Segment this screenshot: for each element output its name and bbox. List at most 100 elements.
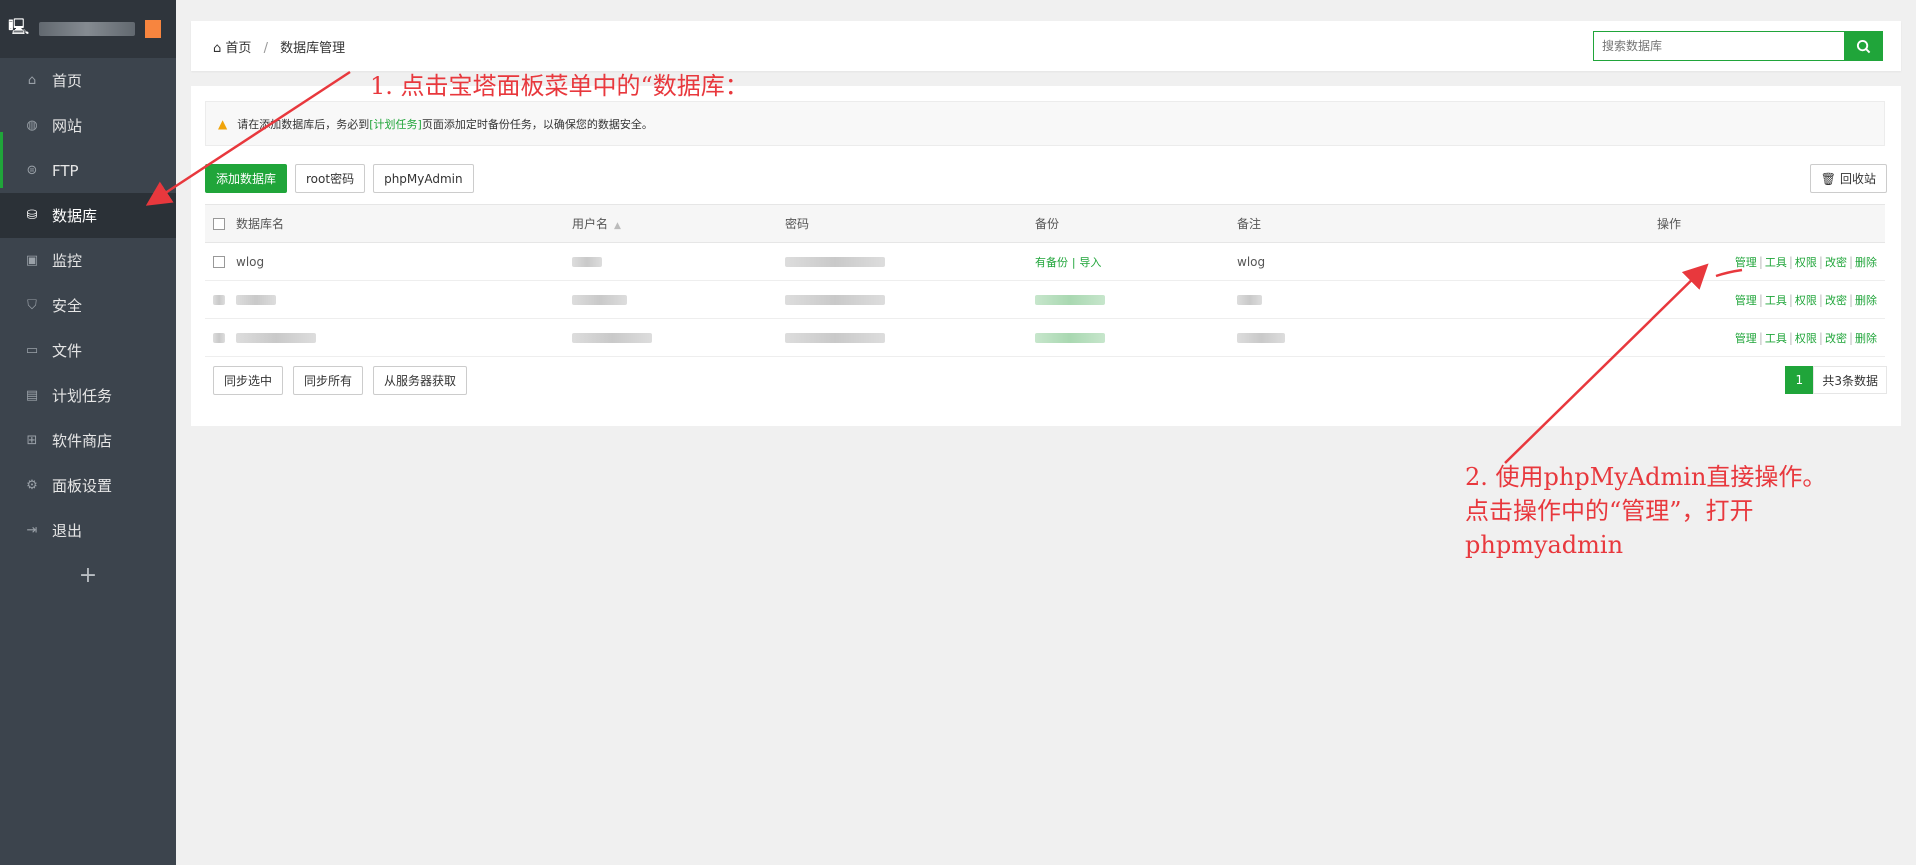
fetch-from-server-button[interactable]: 从服务器获取: [373, 366, 468, 395]
phpmyadmin-button[interactable]: phpMyAdmin: [373, 164, 474, 193]
ops-separator: |: [1758, 254, 1763, 269]
username-blurred: [572, 257, 602, 267]
search-input[interactable]: [1593, 31, 1844, 61]
note-blurred: [1237, 333, 1285, 343]
annotation-step2-line2: 点击操作中的“管理”，打开: [1465, 497, 1754, 525]
monitor-icon: ▣: [25, 253, 39, 268]
import-link[interactable]: 导入: [1079, 256, 1101, 269]
change-password-link[interactable]: 改密: [1825, 294, 1847, 307]
sidebar-item-cron[interactable]: ▤ 计划任务: [0, 373, 176, 418]
ops-separator: |: [1818, 254, 1823, 269]
sidebar-header: 🖳: [0, 0, 176, 58]
home-icon: ⌂: [213, 41, 222, 56]
col-user[interactable]: 用户名 ▲: [571, 204, 784, 243]
manage-link[interactable]: 管理: [1735, 256, 1757, 269]
add-database-button[interactable]: 添加数据库: [205, 164, 288, 193]
manage-link[interactable]: 管理: [1735, 294, 1757, 307]
change-password-link[interactable]: 改密: [1825, 256, 1847, 269]
db-toolbar: 添加数据库 root密码 phpMyAdmin: [205, 164, 474, 193]
db-name-blurred: [236, 295, 276, 305]
sidebar-item-settings[interactable]: ⚙ 面板设置: [0, 463, 176, 508]
sidebar-item-label: 安全: [52, 297, 83, 315]
sidebar-item-ftp[interactable]: ⊜ FTP: [0, 148, 176, 193]
annotation-step2-line1: 2. 使用phpMyAdmin直接操作。: [1465, 463, 1827, 491]
row-checkbox[interactable]: [213, 256, 225, 268]
tools-link[interactable]: 工具: [1765, 332, 1787, 345]
cron-task-link[interactable]: [计划任务]: [369, 116, 422, 132]
sidebar-menu: ⌂ 首页 ◍ 网站 ⊜ FTP ⛁ 数据库 ▣ 监控 ⛉ 安全 ▭ 文件 ▤ 计: [0, 58, 176, 553]
backup-notice: ▲ 请在添加数据库后，务必到 [计划任务] 页面添加定时备份任务，以确保您的数据…: [205, 101, 1885, 146]
row-ops: 管理 | 工具 | 权限 | 改密 | 删除: [1656, 318, 1885, 357]
sidebar: 🖳 ⌂ 首页 ◍ 网站 ⊜ FTP ⛁ 数据库 ▣ 监控 ⛉ 安全 ▭ 文件 ▤…: [0, 0, 176, 865]
row-ops: 管理 | 工具 | 权限 | 改密 | 删除: [1656, 242, 1885, 281]
annotation-step1: 1. 点击宝塔面板菜单中的“数据库：: [370, 72, 749, 100]
database-icon: ⛁: [26, 208, 38, 223]
breadcrumb-home[interactable]: 首页: [225, 41, 251, 56]
add-menu-button[interactable]: +: [0, 553, 176, 597]
backup-separator: |: [1071, 255, 1076, 269]
delete-link[interactable]: 删除: [1855, 294, 1877, 307]
total-count: 共3条数据: [1813, 366, 1887, 394]
sidebar-item-monitor[interactable]: ▣ 监控: [0, 238, 176, 283]
search-button[interactable]: [1844, 31, 1883, 61]
col-user-label: 用户名: [572, 217, 609, 231]
logout-icon: ⇥: [26, 523, 38, 538]
sidebar-item-logout[interactable]: ⇥ 退出: [0, 508, 176, 553]
page-current[interactable]: 1: [1785, 366, 1814, 394]
search-box: [1593, 31, 1883, 61]
top-bar: ⌂ 首页 / 数据库管理: [191, 21, 1901, 71]
database-panel: ▲ 请在添加数据库后，务必到 [计划任务] 页面添加定时备份任务，以确保您的数据…: [191, 86, 1901, 426]
ops-separator: |: [1788, 254, 1793, 269]
sidebar-item-security[interactable]: ⛉ 安全: [0, 283, 176, 328]
sidebar-item-label: 退出: [52, 522, 83, 540]
warning-icon: ▲: [218, 116, 228, 131]
sidebar-item-website[interactable]: ◍ 网站: [0, 103, 176, 148]
notice-suffix: 页面添加定时备份任务，以确保您的数据安全。: [421, 117, 653, 131]
db-name: wlog: [235, 242, 571, 281]
backup-link[interactable]: 有备份: [1035, 256, 1068, 269]
trash-icon: 🗑: [1820, 171, 1836, 186]
permissions-link[interactable]: 权限: [1795, 332, 1817, 345]
col-ops: 操作: [1656, 204, 1885, 243]
sidebar-item-database[interactable]: ⛁ 数据库: [0, 193, 176, 238]
note-blurred: [1237, 295, 1262, 305]
permissions-link[interactable]: 权限: [1795, 256, 1817, 269]
home-icon: ⌂: [27, 73, 37, 88]
col-password: 密码: [784, 204, 1034, 243]
sidebar-item-label: FTP: [52, 161, 79, 180]
sidebar-item-store[interactable]: ⊞ 软件商店: [0, 418, 176, 463]
bulk-actions: 同步选中 同步所有 从服务器获取: [213, 366, 468, 395]
breadcrumb-separator: /: [263, 41, 268, 56]
tools-link[interactable]: 工具: [1765, 294, 1787, 307]
db-name-blurred: [236, 333, 316, 343]
root-password-button[interactable]: root密码: [295, 164, 366, 193]
globe-icon: ◍: [26, 118, 38, 133]
shield-icon: ⛉: [27, 298, 37, 313]
manage-link[interactable]: 管理: [1735, 332, 1757, 345]
recycle-bin-button[interactable]: 🗑 回收站: [1809, 164, 1887, 193]
ops-separator: |: [1848, 254, 1853, 269]
col-backup: 备份: [1034, 204, 1236, 243]
ops-separator: |: [1848, 330, 1853, 345]
sync-all-button[interactable]: 同步所有: [293, 366, 364, 395]
breadcrumb: ⌂ 首页 / 数据库管理: [213, 37, 345, 56]
username-blurred: [572, 295, 627, 305]
tools-link[interactable]: 工具: [1765, 256, 1787, 269]
password-blurred: [785, 295, 885, 305]
sidebar-item-label: 文件: [52, 342, 83, 360]
notice-prefix: 请在添加数据库后，务必到: [237, 117, 370, 131]
select-all-checkbox[interactable]: [213, 218, 225, 230]
breadcrumb-current: 数据库管理: [280, 41, 346, 56]
sidebar-item-home[interactable]: ⌂ 首页: [0, 58, 176, 103]
table-header-row: 数据库名 用户名 ▲ 密码 备份 备注 操作: [205, 204, 1885, 243]
row-checkbox-blurred: [213, 295, 225, 305]
table-row: 管理 | 工具 | 权限 | 改密 | 删除: [205, 280, 1885, 319]
delete-link[interactable]: 删除: [1855, 256, 1877, 269]
change-password-link[interactable]: 改密: [1825, 332, 1847, 345]
sidebar-item-files[interactable]: ▭ 文件: [0, 328, 176, 373]
status-indicator: [145, 20, 162, 38]
sidebar-item-label: 面板设置: [52, 477, 113, 495]
delete-link[interactable]: 删除: [1855, 332, 1877, 345]
permissions-link[interactable]: 权限: [1795, 294, 1817, 307]
sync-selected-button[interactable]: 同步选中: [213, 366, 284, 395]
